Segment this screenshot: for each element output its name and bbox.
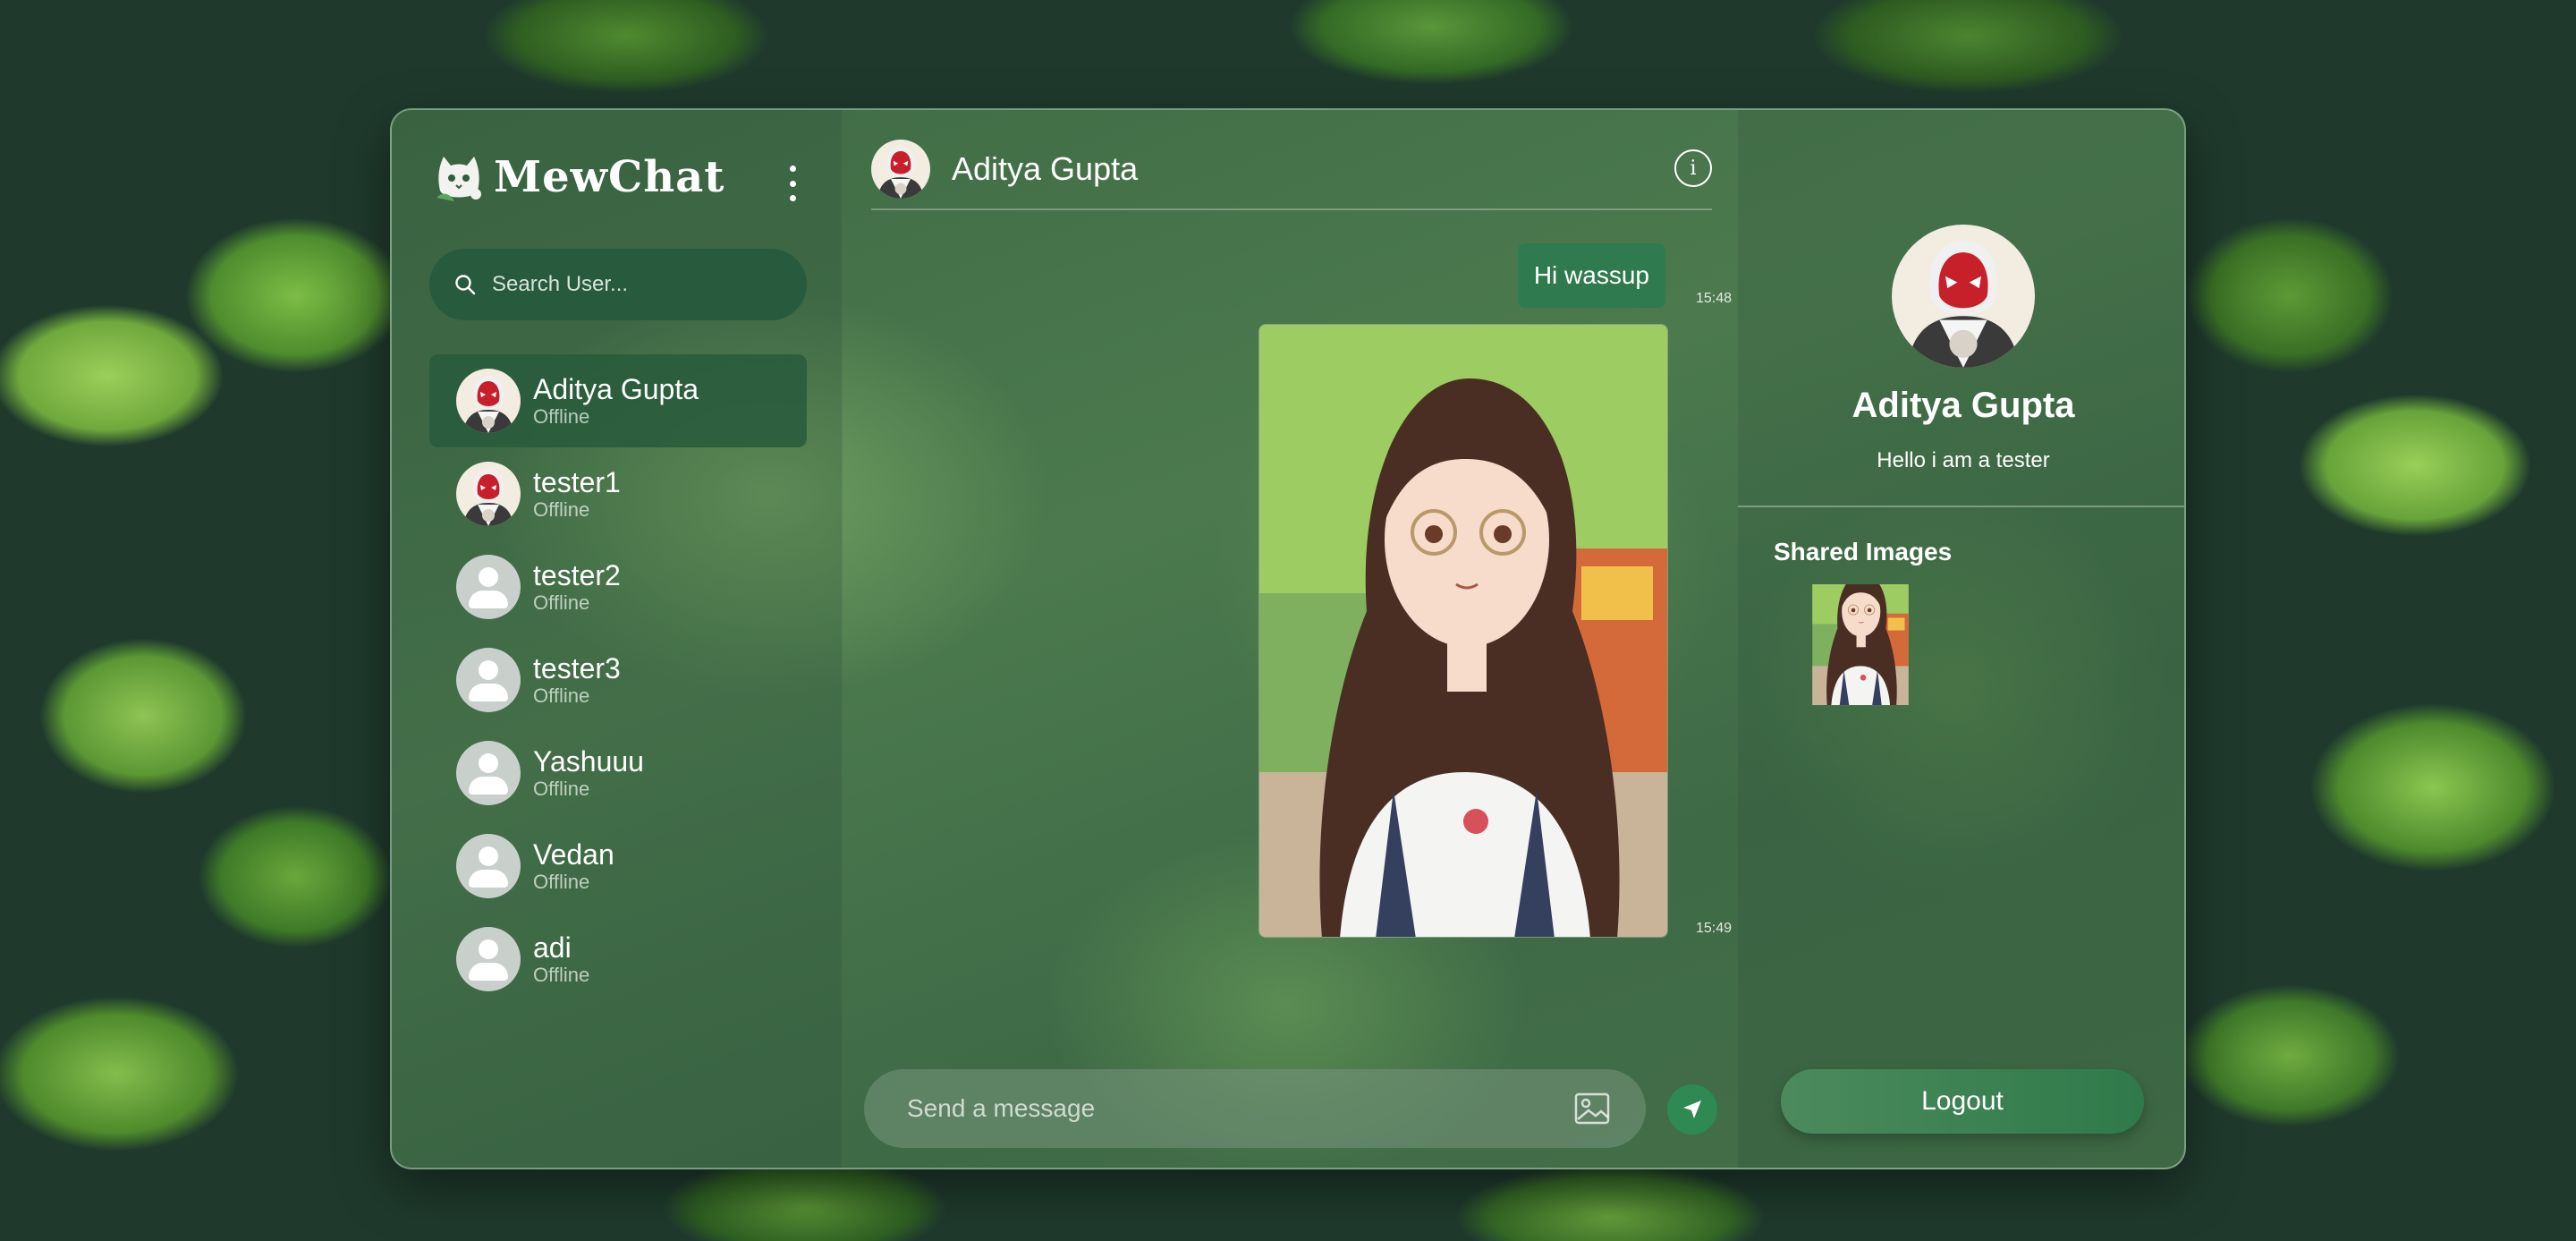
chat-header: Aditya Gupta i xyxy=(871,130,1712,210)
default-avatar xyxy=(456,555,521,619)
user-name: tester2 xyxy=(533,559,621,591)
chat-avatar xyxy=(871,140,930,199)
search-bar[interactable] xyxy=(429,249,807,320)
message-time: 15:48 xyxy=(1696,291,1733,306)
user-status: Offline xyxy=(533,591,590,614)
user-status: Offline xyxy=(533,498,590,521)
search-input[interactable] xyxy=(492,272,778,297)
message-composer xyxy=(864,1069,1646,1148)
shared-images-title: Shared Images xyxy=(1774,538,1953,565)
send-button[interactable] xyxy=(1667,1084,1717,1135)
profile-avatar xyxy=(1892,225,2035,368)
message-time: 15:49 xyxy=(1696,921,1733,936)
message-input[interactable] xyxy=(907,1094,1533,1123)
user-list: Aditya Gupta Offline tester1 Offline teste… xyxy=(429,354,807,1006)
user-list-item[interactable]: Vedan Offline xyxy=(429,820,807,913)
message-image[interactable] xyxy=(1258,324,1668,938)
user-name: Yashuuu xyxy=(533,745,644,778)
profile-panel: Aditya Gupta Hello i am a tester Shared … xyxy=(1737,110,2184,1168)
user-list-item[interactable]: Yashuuu Offline xyxy=(429,727,807,820)
user-name: adi xyxy=(533,931,572,964)
user-name: tester3 xyxy=(533,652,621,684)
user-status: Offline xyxy=(533,405,590,428)
sidebar: MewChat Aditya GuptaOffline tester1Offli… xyxy=(392,110,843,1168)
profile-bio: Hello i am a tester xyxy=(1877,448,2050,472)
user-list-item[interactable]: Aditya Gupta Offline xyxy=(429,354,807,447)
user-name: Vedan xyxy=(533,838,614,871)
chat-title: Aditya Gupta xyxy=(952,150,1139,187)
user-status: Offline xyxy=(533,871,590,893)
avatar xyxy=(456,369,521,433)
message-bubble: Hi wassup xyxy=(1517,243,1665,308)
image-upload-icon[interactable] xyxy=(1572,1089,1612,1128)
logout-button[interactable]: Logout xyxy=(1781,1069,2144,1134)
app-window: MewChat Aditya GuptaOffline tester1Offli… xyxy=(390,108,2186,1169)
shared-image-thumbnail[interactable] xyxy=(1774,584,1947,727)
default-avatar xyxy=(456,648,521,712)
user-list-item[interactable]: tester2 Offline xyxy=(429,540,807,633)
search-icon xyxy=(455,275,476,295)
kebab-menu-icon[interactable] xyxy=(782,166,803,201)
info-icon[interactable]: i xyxy=(1674,149,1712,187)
brand-name: MewChat xyxy=(494,152,725,202)
profile-name: Aditya Gupta xyxy=(1852,386,2075,425)
default-avatar xyxy=(456,741,521,805)
user-status: Offline xyxy=(533,964,590,986)
user-status: Offline xyxy=(533,778,590,800)
user-list-item[interactable]: tester1 Offline xyxy=(429,447,807,540)
default-avatar xyxy=(456,834,521,898)
default-avatar xyxy=(456,927,521,991)
user-list-item[interactable]: tester3 Offline xyxy=(429,633,807,727)
send-icon xyxy=(1683,1101,1701,1118)
user-name: Aditya Gupta xyxy=(533,373,699,405)
user-list-item[interactable]: adi Offline xyxy=(429,913,807,1006)
avatar xyxy=(456,462,521,526)
divider xyxy=(1738,506,2184,507)
cat-logo-icon xyxy=(436,157,481,201)
chat-area: Aditya Gupta i Hi wassup 15:48 15:49 xyxy=(843,110,1737,1168)
user-status: Offline xyxy=(533,684,590,707)
user-name: tester1 xyxy=(533,466,621,498)
brand: MewChat xyxy=(431,149,724,205)
